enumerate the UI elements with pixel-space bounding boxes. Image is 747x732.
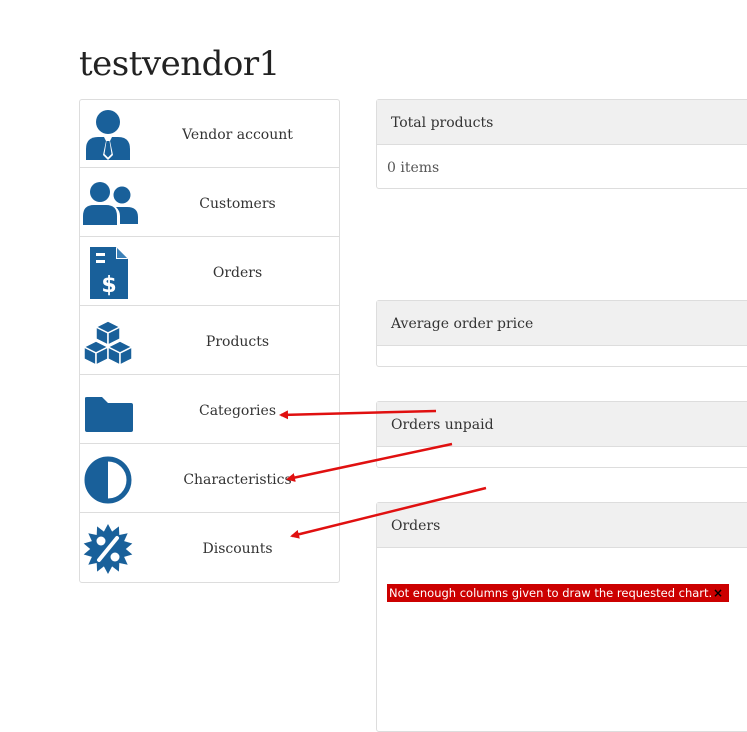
- panel-heading: Orders unpaid: [377, 402, 747, 447]
- average-order-price-value: [377, 346, 747, 366]
- chart-error-text: Not enough columns given to draw the req…: [389, 586, 713, 600]
- menu-item-label: Products: [205, 334, 270, 350]
- svg-text:$: $: [101, 273, 116, 298]
- invoice-dollar-icon: $: [82, 243, 138, 301]
- menu-item-orders[interactable]: $ Orders: [80, 238, 339, 306]
- menu-item-label: Characteristics: [183, 472, 292, 488]
- menu-item-products[interactable]: Products: [80, 307, 339, 375]
- menu-item-label: Vendor account: [182, 127, 293, 143]
- panel-heading: Orders: [377, 503, 747, 548]
- menu-item-discounts[interactable]: Discounts: [80, 514, 339, 582]
- close-icon[interactable]: ×: [713, 584, 723, 602]
- menu-item-label: Orders: [212, 265, 263, 281]
- vendor-user-icon: [82, 105, 138, 163]
- half-circle-icon: [82, 450, 138, 508]
- orders-chart-panel: Orders Not enough columns given to draw …: [376, 502, 747, 732]
- orders-unpaid-panel: Orders unpaid: [376, 401, 747, 468]
- average-order-price-panel: Average order price: [376, 300, 747, 367]
- orders-unpaid-value: [377, 447, 747, 467]
- menu-item-label: Customers: [199, 196, 276, 212]
- menu-item-customers[interactable]: Customers: [80, 169, 339, 237]
- menu-item-label: Categories: [199, 403, 276, 419]
- total-products-value: 0 items: [387, 160, 440, 176]
- menu-item-categories[interactable]: Categories: [80, 376, 339, 444]
- vendor-menu: Vendor account Customers $ Orders Produc…: [79, 99, 340, 583]
- panel-heading: Total products: [377, 100, 747, 145]
- customers-icon: [82, 174, 138, 232]
- percent-badge-icon: [82, 519, 138, 577]
- panel-heading: Average order price: [377, 301, 747, 346]
- folder-icon: [82, 381, 138, 439]
- boxes-icon: [82, 312, 138, 370]
- menu-item-characteristics[interactable]: Characteristics: [80, 445, 339, 513]
- total-products-panel: Total products 0 items: [376, 99, 747, 189]
- menu-item-vendor-account[interactable]: Vendor account: [80, 100, 339, 168]
- page-title: testvendor1: [79, 44, 280, 84]
- menu-item-label: Discounts: [202, 541, 273, 557]
- chart-error-message: Not enough columns given to draw the req…: [387, 584, 729, 602]
